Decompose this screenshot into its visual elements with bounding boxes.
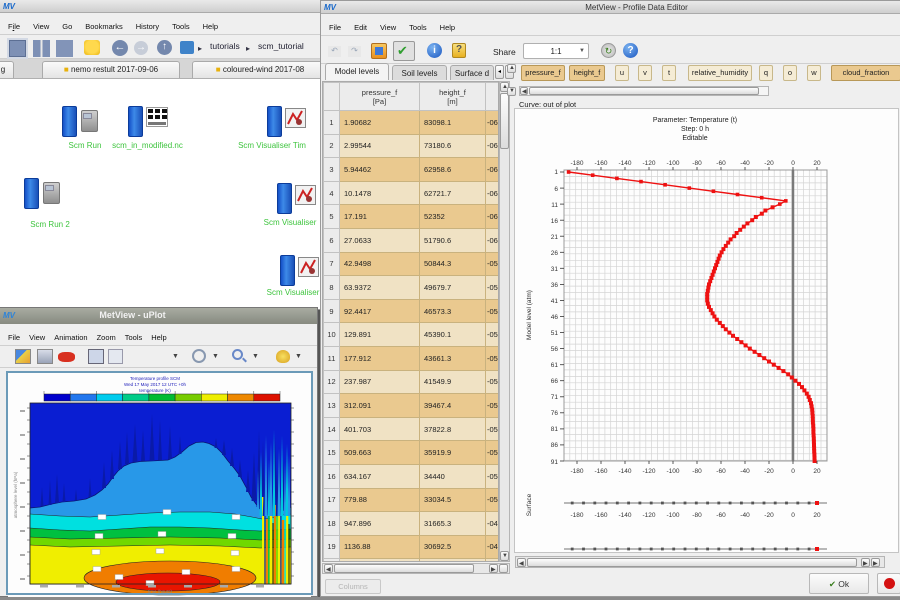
svg-text:46: 46 bbox=[551, 314, 559, 321]
svg-text:-60: -60 bbox=[716, 468, 726, 475]
svg-text:-80: -80 bbox=[692, 160, 702, 167]
svg-text:36: 36 bbox=[551, 282, 559, 289]
svg-text:time (hours): time (hours) bbox=[148, 589, 173, 594]
svg-text:-100: -100 bbox=[666, 160, 679, 167]
svg-text:51: 51 bbox=[551, 330, 559, 337]
svg-text:26: 26 bbox=[551, 250, 559, 257]
svg-text:41: 41 bbox=[551, 298, 559, 305]
svg-text:71: 71 bbox=[551, 394, 559, 401]
svg-text:Parameter: Temperature (t): Parameter: Temperature (t) bbox=[653, 117, 737, 124]
svg-text:-20: -20 bbox=[764, 160, 774, 167]
svg-text:-140: -140 bbox=[618, 512, 631, 519]
svg-text:20: 20 bbox=[813, 468, 821, 475]
svg-text:-20: -20 bbox=[764, 512, 774, 519]
svg-text:91: 91 bbox=[551, 459, 559, 466]
svg-text:Surface: Surface bbox=[526, 493, 533, 516]
svg-text:Editable: Editable bbox=[682, 135, 707, 142]
svg-text:21: 21 bbox=[551, 234, 559, 241]
svg-text:66: 66 bbox=[551, 378, 559, 385]
svg-text:-140: -140 bbox=[618, 468, 631, 475]
svg-text:-40: -40 bbox=[740, 512, 750, 519]
svg-text:-120: -120 bbox=[642, 468, 655, 475]
svg-text:-120: -120 bbox=[642, 160, 655, 167]
svg-text:86: 86 bbox=[551, 442, 559, 449]
svg-text:6: 6 bbox=[554, 186, 558, 193]
svg-text:-180: -180 bbox=[570, 160, 583, 167]
svg-text:0: 0 bbox=[791, 512, 795, 519]
svg-text:-20: -20 bbox=[764, 468, 774, 475]
svg-text:-40: -40 bbox=[740, 160, 750, 167]
svg-text:-60: -60 bbox=[716, 512, 726, 519]
svg-text:-140: -140 bbox=[618, 160, 631, 167]
svg-text:61: 61 bbox=[551, 362, 559, 369]
svg-text:-40: -40 bbox=[740, 468, 750, 475]
svg-text:-100: -100 bbox=[666, 512, 679, 519]
svg-text:76: 76 bbox=[551, 410, 559, 417]
svg-text:temperature (K): temperature (K) bbox=[139, 388, 171, 393]
svg-text:1: 1 bbox=[554, 169, 558, 176]
svg-text:Step: 0 h: Step: 0 h bbox=[681, 126, 709, 133]
svg-text:-180: -180 bbox=[570, 512, 583, 519]
svg-text:-160: -160 bbox=[594, 512, 607, 519]
svg-text:31: 31 bbox=[551, 266, 559, 273]
svg-text:Wed 17 May 2017 12 UTC +0h: Wed 17 May 2017 12 UTC +0h bbox=[124, 382, 187, 387]
svg-text:-80: -80 bbox=[692, 512, 702, 519]
svg-text:-100: -100 bbox=[666, 468, 679, 475]
svg-text:-160: -160 bbox=[594, 468, 607, 475]
svg-text:16: 16 bbox=[551, 218, 559, 225]
svg-text:-60: -60 bbox=[716, 160, 726, 167]
svg-text:11: 11 bbox=[551, 202, 558, 209]
svg-text:20: 20 bbox=[813, 512, 821, 519]
svg-text:81: 81 bbox=[551, 426, 559, 433]
svg-text:0: 0 bbox=[791, 160, 795, 167]
svg-text:-180: -180 bbox=[570, 468, 583, 475]
svg-text:atmosphere level (hPa): atmosphere level (hPa) bbox=[13, 471, 18, 518]
svg-text:-120: -120 bbox=[642, 512, 655, 519]
svg-text:Model level (atm): Model level (atm) bbox=[526, 290, 533, 340]
svg-text:0: 0 bbox=[791, 468, 795, 475]
svg-text:-80: -80 bbox=[692, 468, 702, 475]
svg-text:-160: -160 bbox=[594, 160, 607, 167]
svg-text:56: 56 bbox=[551, 346, 559, 353]
svg-text:Temperature profile SCM: Temperature profile SCM bbox=[130, 376, 180, 381]
svg-text:20: 20 bbox=[813, 160, 821, 167]
